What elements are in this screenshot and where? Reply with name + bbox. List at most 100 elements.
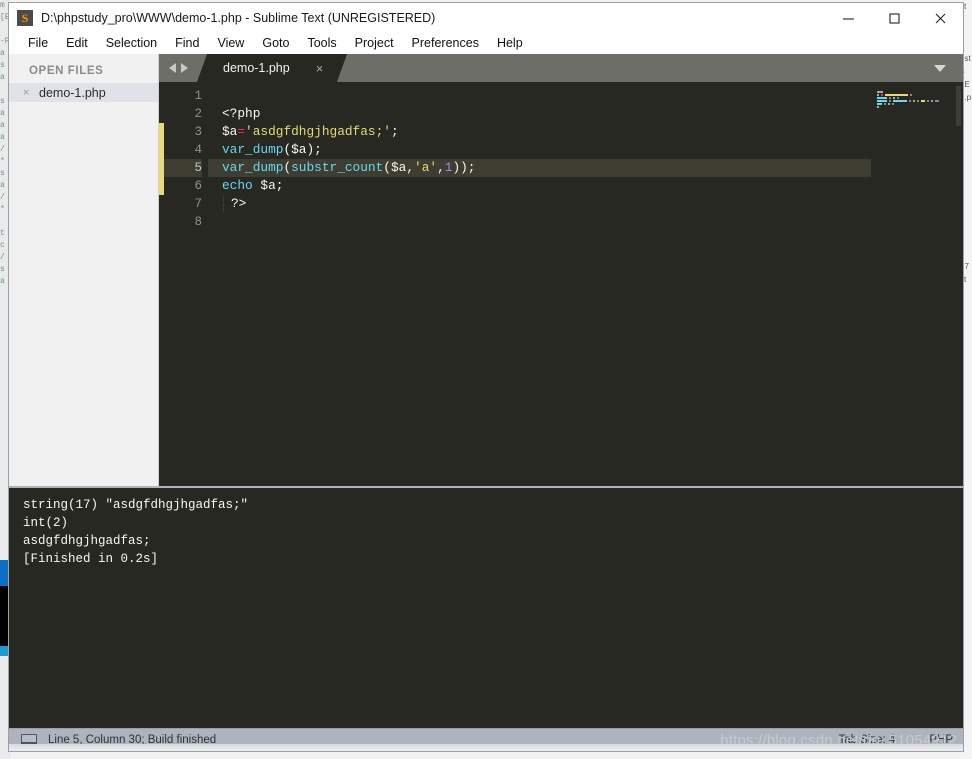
minimap-token [877, 100, 887, 102]
minimap-token [926, 100, 929, 102]
sublime-text-window: D:\phpstudy_pro\WWW\demo-1.php - Sublime… [8, 2, 964, 752]
menu-item-find[interactable]: Find [166, 33, 208, 54]
modified-line-marker [159, 123, 164, 195]
code-editor[interactable]: 12345678 <?php $a='asdgfdhgjhgadfas;'; var… [159, 82, 963, 486]
code-line: var_dump(substr_count($a,'a',1)); [208, 159, 871, 177]
minimap-token [877, 91, 883, 93]
code-token: = [237, 124, 246, 139]
code-token: ( [283, 160, 292, 175]
code-token: var_dump [222, 160, 284, 175]
code-token: substr_count [291, 160, 384, 175]
minimap-token [877, 103, 882, 105]
minimap-token [934, 100, 939, 102]
line-number: 1 [194, 89, 202, 103]
next-tab-arrow-icon[interactable] [181, 63, 188, 73]
line-number: 2 [194, 107, 202, 121]
code-token: ; [275, 178, 284, 193]
menu-item-preferences[interactable]: Preferences [403, 33, 488, 54]
line-number: 3 [194, 125, 202, 139]
code-token: ; [390, 124, 399, 139]
window-bottom-edge [9, 744, 963, 751]
code-token: $a [291, 142, 307, 157]
minimize-button[interactable] [825, 3, 871, 33]
minimap-token [888, 100, 891, 102]
code-token: , [406, 160, 415, 175]
code-token: ( [383, 160, 391, 175]
minimap-token [877, 106, 880, 108]
code-token: , [437, 160, 445, 175]
tab-list-dropdown-button[interactable] [927, 54, 953, 82]
close-icon[interactable]: × [316, 62, 324, 75]
sidebar-open-files-list: × demo-1.php [9, 83, 158, 102]
close-icon[interactable]: × [23, 87, 32, 99]
line-number: 8 [194, 215, 202, 229]
menu-item-view[interactable]: View [208, 33, 253, 54]
minimap-line [877, 109, 963, 112]
menu-bar: File Edit Selection Find View Goto Tools Projec… [9, 33, 963, 54]
code-token: )); [452, 160, 476, 175]
title-bar: D:\phpstudy_pro\WWW\demo-1.php - Sublime… [9, 3, 963, 33]
line-number: 5 [164, 159, 202, 177]
minimap-scrollbar[interactable] [956, 86, 961, 126]
editor-column: demo-1.php × 12345678 <?php $a='asdgfdhgjh… [159, 54, 963, 486]
line-number: 6 [194, 179, 202, 193]
minimap[interactable] [871, 82, 963, 486]
menu-item-tools[interactable]: Tools [298, 33, 345, 54]
minimap-token [912, 100, 916, 102]
minimap-token [921, 100, 925, 102]
code-token: <?php [222, 106, 261, 121]
code-token: ( [283, 142, 292, 157]
minimap-token [887, 103, 891, 105]
code-token: echo [222, 178, 253, 193]
code-line: ?> [222, 195, 871, 213]
minimap-token [892, 100, 907, 102]
indent-guide: ?> [223, 196, 247, 211]
tab-list: demo-1.php × [197, 54, 347, 82]
sublime-text-icon [17, 10, 33, 26]
prev-tab-arrow-icon[interactable] [169, 63, 176, 73]
window-body: OPEN FILES × demo-1.php demo-1.php × 1 2 3 4 5… [9, 54, 963, 486]
minimap-token [885, 94, 909, 96]
code-token: ); [306, 142, 322, 157]
line-number-gutter: 1 2 3 4 5 6 7 8 [164, 82, 208, 486]
code-token: $a [260, 178, 276, 193]
code-line: echo $a; [222, 177, 871, 195]
menu-item-help[interactable]: Help [488, 33, 532, 54]
editor-tab-label: demo-1.php [223, 61, 290, 75]
sidebar-heading-open-files: OPEN FILES [29, 65, 104, 77]
code-token: var_dump [222, 142, 284, 157]
menu-item-project[interactable]: Project [346, 33, 403, 54]
code-line: <?php [222, 105, 871, 123]
minimap-rows [871, 88, 963, 112]
sidebar-file-label: demo-1.php [39, 85, 106, 100]
sidebar-file-item[interactable]: × demo-1.php [9, 83, 158, 102]
build-output-console: string(17) "asdgfdhgjhgadfas;" int(2) as… [9, 486, 963, 728]
code-content[interactable]: <?php $a='asdgfdhgjhgadfas;'; var_dump($a)… [208, 82, 871, 486]
menu-item-selection[interactable]: Selection [97, 33, 166, 54]
line-number: 7 [194, 197, 202, 211]
minimap-token [910, 94, 913, 96]
code-token: 'asdgfdhgjhgadfas;' [245, 124, 391, 139]
menu-item-file[interactable]: File [19, 33, 57, 54]
chevron-down-icon [934, 64, 946, 72]
minimap-token [892, 103, 895, 105]
modified-lines-marker [159, 82, 164, 486]
minimap-token [888, 97, 891, 99]
minimap-token [892, 97, 895, 99]
close-button[interactable] [917, 3, 963, 33]
menu-item-edit[interactable]: Edit [57, 33, 97, 54]
menu-item-goto[interactable]: Goto [253, 33, 298, 54]
window-title: D:\phpstudy_pro\WWW\demo-1.php - Sublime… [41, 11, 436, 25]
editor-tab[interactable]: demo-1.php × [197, 54, 347, 82]
maximize-button[interactable] [871, 3, 917, 33]
code-token: ?> [231, 196, 247, 211]
line-number: 4 [194, 143, 202, 157]
minimap-token [877, 97, 887, 99]
minimap-token [896, 97, 900, 99]
tab-navigation [159, 54, 197, 82]
minimap-token [930, 100, 933, 102]
code-line: $a='asdgfdhgjhgadfas;'; [222, 123, 871, 141]
code-token: $a [390, 160, 407, 175]
